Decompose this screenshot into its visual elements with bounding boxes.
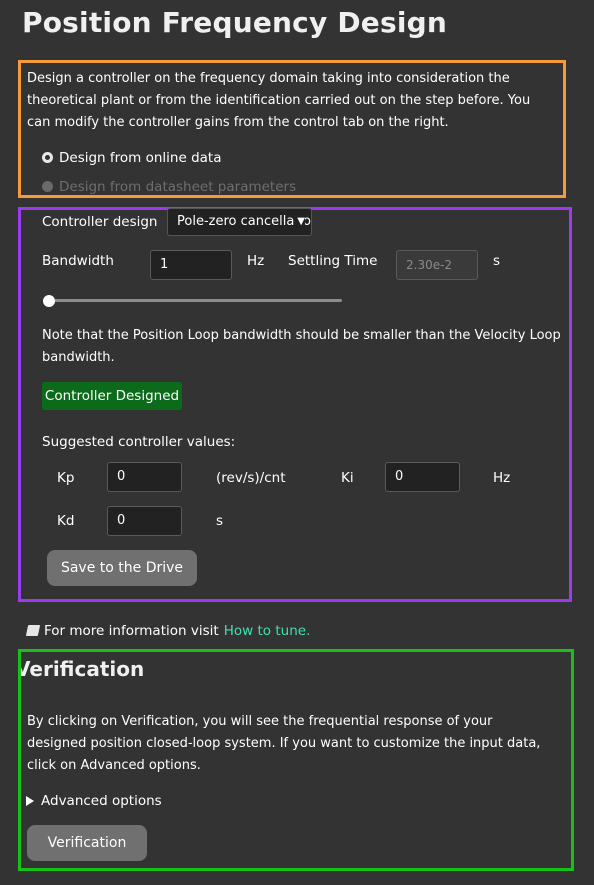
kd-input[interactable]: 0 (107, 506, 182, 536)
bandwidth-slider-thumb[interactable] (43, 295, 55, 307)
bandwidth-label: Bandwidth (42, 253, 114, 269)
verification-title: Verification (21, 657, 145, 681)
advanced-options-label: Advanced options (41, 793, 162, 809)
verification-button[interactable]: Verification (27, 825, 147, 861)
ki-input[interactable]: 0 (385, 462, 460, 492)
controller-design-value: Pole-zero cancellation (177, 214, 312, 229)
save-to-drive-button[interactable]: Save to the Drive (47, 550, 197, 586)
suggested-values-label: Suggested controller values: (42, 434, 236, 450)
page-title: Position Frequency Design (22, 6, 448, 39)
radio-datasheet[interactable]: Design from datasheet parameters (42, 179, 302, 197)
radio-datasheet-label: Design from datasheet parameters (59, 179, 297, 195)
verification-title-wrap: Verification (21, 657, 171, 687)
kp-input[interactable]: 0 (107, 462, 182, 492)
controller-design-label: Controller design (42, 214, 158, 230)
bandwidth-note: Note that the Position Loop bandwidth sh… (42, 328, 561, 365)
kd-label: Kd (57, 513, 75, 529)
radio-unselected-icon[interactable] (42, 181, 53, 192)
radio-online-data-label: Design from online data (59, 150, 222, 166)
kd-unit: s (216, 513, 224, 529)
info-line: For more information visit How to tune. (25, 620, 311, 639)
design-source-description: Design a controller on the frequency dom… (27, 71, 531, 130)
settling-time-label: Settling Time (288, 253, 378, 269)
triangle-right-icon (26, 796, 34, 806)
status-badge: Controller Designed (42, 382, 182, 410)
bandwidth-unit: Hz (247, 253, 265, 269)
advanced-options-toggle[interactable]: Advanced options (26, 793, 186, 811)
controller-design-select[interactable]: Pole-zero cancellation ▼ (167, 208, 312, 236)
ki-label: Ki (341, 470, 354, 486)
ki-unit: Hz (493, 470, 511, 486)
radio-selected-icon[interactable] (42, 152, 53, 163)
radio-online-data[interactable]: Design from online data (42, 150, 272, 168)
book-icon (25, 625, 41, 636)
chevron-down-icon: ▼ (294, 209, 305, 235)
kp-unit: (rev/s)/cnt (216, 470, 286, 486)
how-to-tune-link[interactable]: How to tune. (224, 623, 311, 639)
info-text: For more information visit (44, 623, 219, 639)
settling-time-unit: s (493, 253, 501, 269)
verification-description: By clicking on Verification, you will se… (27, 714, 541, 773)
kp-label: Kp (57, 470, 75, 486)
bandwidth-input[interactable]: 1 (150, 250, 232, 280)
bandwidth-slider-track[interactable] (47, 299, 342, 302)
settling-time-input: 2.30e-2 (396, 250, 478, 280)
